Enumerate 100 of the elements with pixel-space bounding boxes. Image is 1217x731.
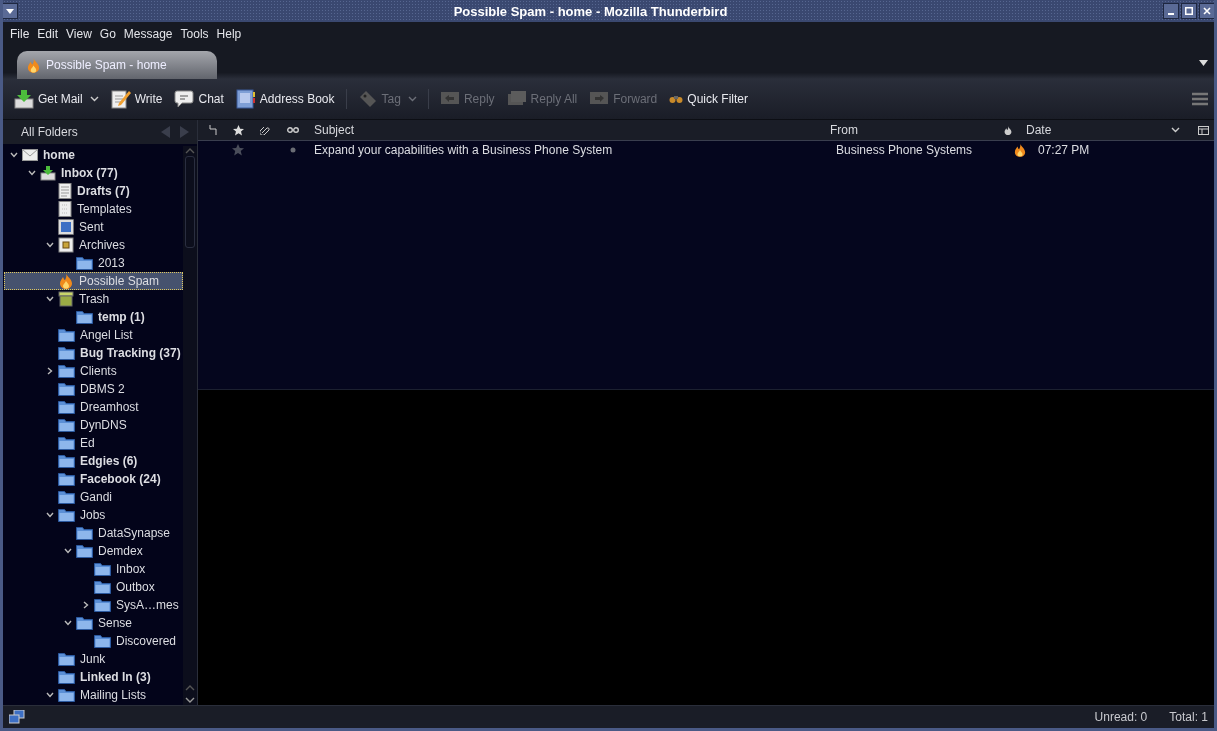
address-book-icon [235, 89, 256, 109]
column-header[interactable]: Date [1022, 120, 1192, 140]
folder-item[interactable]: Facebook (24) [4, 470, 183, 488]
folder-item[interactable]: Clients [4, 362, 183, 380]
folder-item[interactable]: Possible Spam [4, 272, 183, 290]
folder-item[interactable]: DynDNS [4, 416, 183, 434]
folder-item[interactable]: Linked In (3) [4, 668, 183, 686]
menu-item[interactable]: Help [213, 27, 245, 45]
folder-item[interactable]: Trash [4, 290, 183, 308]
menu-item[interactable]: Edit [34, 27, 62, 45]
menu-icon[interactable] [1192, 92, 1208, 106]
folder-item[interactable]: Templates [4, 200, 183, 218]
window-menu-button[interactable] [3, 3, 18, 19]
expand-chevron-icon[interactable] [45, 294, 55, 304]
minimize-button[interactable] [1163, 3, 1179, 19]
message-subject: Expand your capabilities with a Business Phone System [313, 143, 614, 157]
folder-item[interactable]: Inbox (77) [4, 164, 183, 182]
folder-item[interactable]: Demdex [4, 542, 183, 560]
folder-item[interactable]: Discovered [4, 632, 183, 650]
column-header[interactable]: Subject [308, 120, 824, 140]
toolbar-button[interactable]: Address Book [230, 87, 340, 111]
network-computers-icon[interactable] [9, 710, 25, 724]
folder-item[interactable]: Gandi [4, 488, 183, 506]
expand-chevron-icon[interactable] [27, 168, 37, 178]
folder-icon [58, 490, 75, 504]
star-icon[interactable] [232, 144, 244, 156]
expand-chevron-icon[interactable] [45, 240, 55, 250]
toolbar-button[interactable]: Get Mail [9, 87, 104, 111]
thread-icon [209, 125, 217, 135]
column-header[interactable]: From [824, 120, 994, 140]
scroll-down-icon[interactable] [185, 697, 195, 703]
menu-item[interactable]: File [7, 27, 33, 45]
folder-icon [76, 544, 93, 558]
close-icon [1203, 7, 1211, 15]
inbox-download-icon [14, 89, 34, 109]
folder-item[interactable]: temp (1) [4, 308, 183, 326]
scroll-up-icon[interactable] [185, 148, 195, 154]
folder-item[interactable]: Sense [4, 614, 183, 632]
window-title: Possible Spam - home - Mozilla Thunderbird [452, 3, 729, 19]
junk-flame-icon [1014, 143, 1026, 157]
folder-icon [94, 634, 111, 648]
collapse-chevron-icon[interactable] [45, 366, 55, 376]
folder-icon [94, 598, 111, 612]
speech-bubble-icon [174, 90, 195, 108]
folder-item[interactable]: Angel List [4, 326, 183, 344]
toolbar-button[interactable]: Quick Filter [664, 90, 753, 108]
folder-item[interactable]: Mailing Lists [4, 686, 183, 704]
message-date: 07:27 PM [1037, 143, 1091, 157]
binoculars-icon [669, 94, 684, 104]
envelope-icon [22, 149, 38, 161]
folder-icon [58, 670, 75, 684]
folder-item[interactable]: Drafts (7) [4, 182, 183, 200]
expand-chevron-icon[interactable] [45, 690, 55, 700]
folder-item[interactable]: DataSynapse [4, 524, 183, 542]
maximize-icon [1185, 7, 1193, 15]
menu-item[interactable]: Message [120, 27, 176, 45]
total-count: Total: 1 [1169, 710, 1208, 724]
folder-item[interactable]: Edgies (6) [4, 452, 183, 470]
folder-item[interactable]: Ed [4, 434, 183, 452]
maximize-button[interactable] [1181, 3, 1197, 19]
folder-item[interactable]: home [4, 146, 183, 164]
expand-chevron-icon[interactable] [9, 150, 19, 160]
tab-list-arrow-icon[interactable] [1199, 60, 1208, 66]
folder-item[interactable]: DBMS 2 [4, 380, 183, 398]
folder-item[interactable]: Junk [4, 650, 183, 668]
menu-item[interactable]: Go [96, 27, 119, 45]
folder-icon [58, 688, 75, 702]
folder-icon [94, 580, 111, 594]
folder-item[interactable]: Bug Tracking (37) [4, 344, 183, 362]
folder-icon [76, 310, 93, 324]
expand-chevron-icon[interactable] [45, 510, 55, 520]
folder-item[interactable]: Dreamhost [4, 398, 183, 416]
expand-chevron-icon[interactable] [63, 618, 73, 628]
toolbar-button[interactable]: Write [105, 87, 168, 111]
folder-item[interactable]: Sent [4, 218, 183, 236]
flame-icon [1004, 124, 1012, 136]
folder-item[interactable]: 2013 [4, 254, 183, 272]
expand-chevron-icon[interactable] [63, 546, 73, 556]
folder-icon [58, 454, 75, 468]
message-sender: Business Phone Systems [835, 143, 974, 157]
folder-icon [58, 382, 75, 396]
close-button[interactable] [1199, 3, 1214, 19]
read-status-dot-icon[interactable] [290, 147, 296, 153]
menu-item[interactable]: View [63, 27, 95, 45]
column-picker-icon[interactable] [1197, 125, 1209, 135]
folder-icon [58, 364, 75, 378]
folder-item[interactable]: Outbox [4, 578, 183, 596]
scroll-up-icon[interactable] [185, 685, 195, 691]
unread-count: Unread: 0 [1094, 710, 1148, 724]
collapse-chevron-icon[interactable] [81, 600, 91, 610]
folder-item[interactable]: Inbox [4, 560, 183, 578]
folder-item[interactable]: Archives [4, 236, 183, 254]
stamp-icon [58, 219, 74, 235]
folder-item[interactable]: Jobs [4, 506, 183, 524]
archive-box-icon [58, 237, 74, 253]
folder-item[interactable]: SysA…mes [4, 596, 183, 614]
toolbar-button[interactable]: Chat [169, 88, 229, 110]
folder-icon [94, 562, 111, 576]
menu-item[interactable]: Tools [177, 27, 212, 45]
star-icon [232, 124, 244, 136]
